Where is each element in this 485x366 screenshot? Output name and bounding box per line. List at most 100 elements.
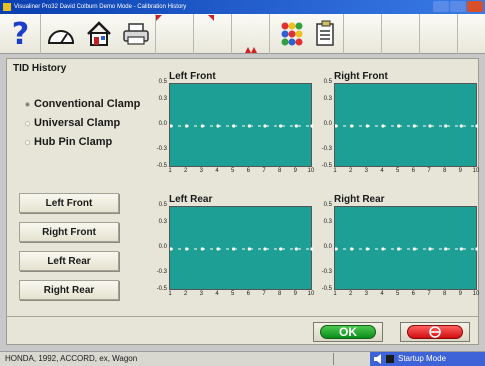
x-tick-label: 8 — [442, 291, 447, 297]
minimize-button[interactable] — [433, 1, 449, 12]
toolbar-slot-1[interactable] — [156, 16, 193, 52]
x-tick-label: 5 — [395, 291, 400, 297]
x-tick-label: 4 — [380, 168, 384, 174]
chart-plot — [169, 83, 313, 167]
close-button[interactable] — [467, 1, 483, 12]
radio-conventional-clamp[interactable]: Conventional Clamp — [25, 98, 140, 110]
data-point — [294, 124, 298, 128]
right-rear-button[interactable]: Right Rear — [19, 280, 119, 300]
x-tick-label: 3 — [199, 168, 203, 174]
radio-hub-pin-clamp[interactable]: Hub Pin Clamp — [25, 136, 112, 148]
x-tick-label: 2 — [183, 168, 188, 174]
y-tick-label: 0.3 — [158, 218, 167, 225]
printer-icon — [122, 23, 149, 45]
x-tick-label: 6 — [246, 291, 250, 297]
no-entry-icon — [429, 326, 441, 338]
left-front-button[interactable]: Left Front — [19, 193, 119, 213]
data-point — [185, 124, 189, 128]
ok-button[interactable]: OK — [313, 322, 383, 342]
toolbar-slot-4[interactable] — [344, 16, 381, 52]
toolbar-slot-5[interactable] — [382, 16, 419, 52]
radio-label: Conventional Clamp — [34, 98, 141, 110]
data-point — [279, 124, 283, 128]
y-tick-label: -0.3 — [321, 146, 332, 153]
y-tick-label: 0.0 — [323, 244, 332, 250]
data-point — [475, 124, 478, 128]
y-tick-label: 0.3 — [323, 218, 332, 225]
data-point — [381, 124, 385, 128]
data-point — [263, 247, 267, 251]
data-point — [412, 124, 416, 128]
data-point — [459, 247, 463, 251]
chart-plot — [169, 206, 313, 290]
x-tick-label: 9 — [458, 291, 462, 297]
right-front-button[interactable]: Right Front — [19, 222, 119, 242]
chart-plot — [334, 83, 478, 167]
x-tick-label: 10 — [307, 291, 315, 297]
data-point — [200, 247, 204, 251]
x-tick-label: 1 — [333, 168, 337, 174]
y-tick-label: -0.5 — [321, 286, 332, 292]
toolbar-slot-2[interactable] — [194, 16, 231, 52]
toolbar-slot-6[interactable] — [420, 16, 457, 52]
y-tick-label: -0.5 — [156, 163, 167, 169]
left-rear-button[interactable]: Left Rear — [19, 251, 119, 271]
home-button[interactable] — [80, 16, 117, 52]
data-point — [216, 124, 220, 128]
x-tick-label: 2 — [348, 291, 353, 297]
y-tick-label: 0.0 — [158, 121, 167, 127]
options-icon — [281, 22, 302, 46]
maximize-button[interactable] — [450, 1, 466, 12]
app-icon — [3, 3, 11, 11]
y-tick-label: 0.5 — [323, 79, 332, 85]
x-tick-label: 3 — [364, 291, 368, 297]
x-tick-label: 1 — [168, 168, 172, 174]
cancel-button[interactable] — [400, 322, 470, 342]
list-button[interactable] — [306, 16, 343, 52]
toolbar: ? — [0, 14, 485, 54]
radio-icon — [25, 139, 30, 145]
y-tick-label: -0.5 — [321, 163, 332, 169]
data-point — [310, 247, 313, 251]
radio-universal-clamp[interactable]: Universal Clamp — [25, 117, 120, 129]
tid-history-panel: TID History Conventional Clamp Universal… — [6, 58, 479, 345]
x-tick-label: 7 — [262, 291, 266, 297]
data-point — [335, 247, 338, 251]
x-tick-label: 2 — [348, 168, 353, 174]
x-tick-label: 9 — [458, 168, 462, 174]
data-point — [263, 124, 267, 128]
y-tick-label: -0.3 — [156, 269, 167, 276]
home-icon — [86, 21, 111, 46]
window-titlebar: Visualiner Pro32 David Colburn Demo Mode… — [0, 0, 485, 14]
x-tick-label: 10 — [472, 291, 480, 297]
data-point — [459, 124, 463, 128]
x-tick-label: 9 — [293, 168, 297, 174]
data-point — [350, 124, 354, 128]
data-point — [350, 247, 354, 251]
x-tick-label: 8 — [442, 168, 447, 174]
x-tick-label: 6 — [411, 168, 415, 174]
x-tick-label: 6 — [246, 168, 250, 174]
status-icon — [386, 355, 394, 363]
red-marker-icon — [208, 15, 214, 21]
red-marker-icon — [156, 15, 162, 21]
x-tick-label: 10 — [307, 168, 315, 174]
data-point — [200, 124, 204, 128]
print-button[interactable] — [117, 16, 154, 52]
gauge-icon — [47, 30, 74, 44]
y-tick-label: 0.5 — [323, 202, 332, 208]
x-tick-label: 3 — [364, 168, 368, 174]
radio-icon — [25, 120, 30, 126]
options-button[interactable] — [273, 16, 310, 52]
startup-mode-indicator: Startup Mode — [370, 352, 485, 366]
y-tick-label: 0.0 — [323, 121, 332, 127]
data-point — [232, 247, 236, 251]
vehicle-info: HONDA, 1992, ACCORD, ex, Wagon — [5, 354, 138, 363]
page-title: TID History — [13, 63, 67, 74]
gauge-button[interactable] — [42, 16, 79, 52]
x-tick-label: 1 — [168, 291, 172, 297]
data-point — [397, 124, 401, 128]
x-tick-label: 5 — [230, 168, 235, 174]
y-tick-label: -0.3 — [321, 269, 332, 276]
help-button[interactable]: ? — [2, 16, 39, 52]
